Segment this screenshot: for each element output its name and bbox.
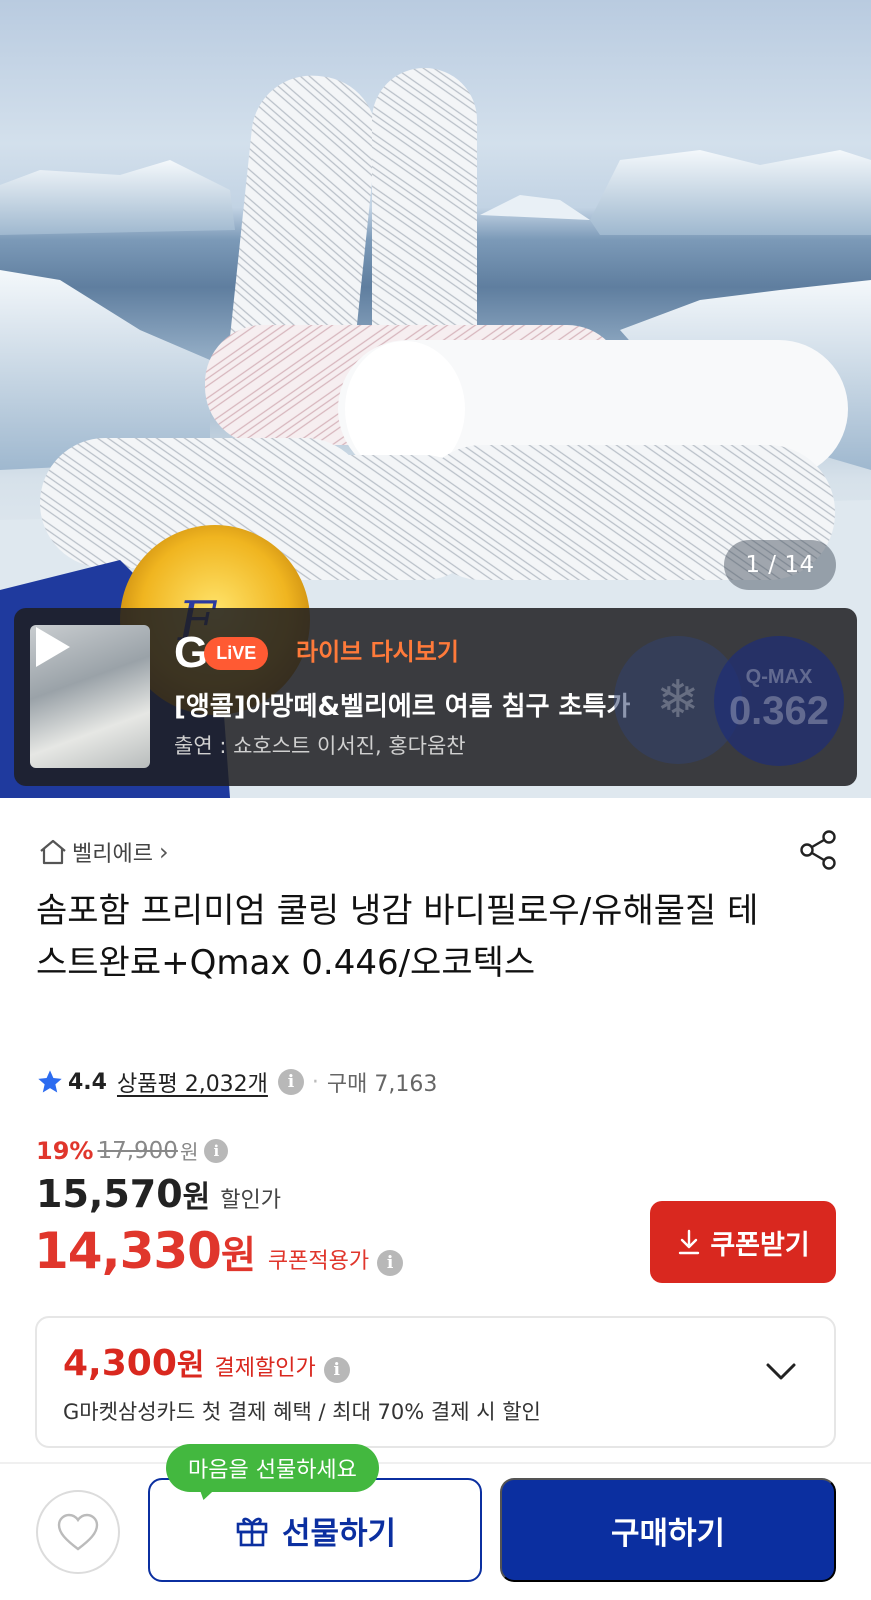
- original-price: 17,900: [97, 1137, 178, 1164]
- card-discount-description: G마켓삼성카드 첫 결제 혜택 / 최대 70% 결제 시 할인: [63, 1400, 541, 1424]
- coupon-info-icon[interactable]: i: [377, 1250, 404, 1276]
- download-icon: [679, 1229, 700, 1255]
- card-discount-unit: 원: [176, 1348, 205, 1383]
- seller-name: 벨리에르: [72, 842, 153, 867]
- discount-row: 19% 17,900 원 i: [36, 1136, 229, 1165]
- live-thumbnail[interactable]: [30, 625, 150, 768]
- discount-percent: 19%: [36, 1136, 94, 1165]
- chevron-down-icon[interactable]: [765, 1362, 797, 1382]
- coupon-price-unit: 원: [220, 1233, 256, 1277]
- card-info-icon[interactable]: i: [323, 1357, 350, 1383]
- product-title: 솜포함 프리미엄 쿨링 냉감 바디필로우/유해물질 테스트완료+Qmax 0.4…: [36, 891, 759, 983]
- play-icon: [36, 627, 70, 667]
- coupon-price-label: 쿠폰적용가: [267, 1249, 370, 1274]
- price-info-icon[interactable]: i: [204, 1138, 229, 1163]
- share-icon[interactable]: [796, 828, 840, 872]
- seller-link[interactable]: 벨리에르 ›: [38, 836, 169, 868]
- buy-button[interactable]: 구매하기: [500, 1478, 836, 1582]
- image-counter: 1 / 14: [724, 540, 836, 590]
- separator-dot: ·: [311, 1069, 319, 1095]
- info-icon[interactable]: i: [277, 1069, 304, 1095]
- live-replay-label: 라이브 다시보기: [296, 638, 459, 666]
- sale-price: 15,570: [36, 1172, 183, 1216]
- gift-icon: [236, 1517, 268, 1547]
- wishlist-button[interactable]: [36, 1490, 120, 1574]
- heart-icon: [57, 1513, 99, 1551]
- card-discount-box[interactable]: 4,300 원 결제할인가 i G마켓삼성카드 첫 결제 혜택 / 최대 70%…: [35, 1316, 836, 1448]
- gift-tooltip: 마음을 선물하세요: [166, 1444, 379, 1492]
- sale-price-unit: 원: [182, 1180, 211, 1215]
- live-title: [앵콜]아망떼&벨리에르 여름 침구 초특가: [174, 692, 631, 722]
- qmax-badge: Q-MAX 0.362: [714, 636, 844, 766]
- star-icon: [38, 1070, 62, 1093]
- rating-row: 4.4 상품평 2,032개 i · 구매 7,163: [36, 1066, 437, 1098]
- glive-logo: G LiVE: [174, 630, 269, 676]
- coupon-price: 14,330: [34, 1222, 222, 1280]
- home-icon: [40, 839, 66, 865]
- coupon-price-row: 14,330 원 쿠폰적용가 i: [34, 1222, 404, 1280]
- card-discount-label: 결제할인가: [214, 1356, 316, 1381]
- live-cast: 출연 : 쇼호스트 이서진, 홍다움찬: [174, 734, 466, 758]
- card-discount-price: 4,300: [63, 1343, 177, 1384]
- sale-price-row: 15,570 원 할인가: [36, 1172, 281, 1216]
- divider: [0, 1462, 871, 1464]
- live-replay-banner[interactable]: G LiVE 라이브 다시보기 [앵콜]아망떼&벨리에르 여름 침구 초특가 출…: [14, 608, 857, 786]
- reviews-link[interactable]: 상품평 2,032개: [117, 1066, 268, 1098]
- sale-price-label: 할인가: [220, 1188, 281, 1213]
- original-price-unit: 원: [179, 1140, 199, 1164]
- purchase-count: 구매 7,163: [326, 1072, 438, 1097]
- rating-score: 4.4: [68, 1069, 107, 1095]
- product-image-gallery[interactable]: F 1 / 14 G LiVE 라이브 다시보기 [앵콜]아망떼&벨리에르 여름…: [0, 0, 871, 798]
- coupon-download-button[interactable]: 쿠폰받기: [650, 1201, 836, 1283]
- chevron-right-icon: ›: [158, 838, 169, 866]
